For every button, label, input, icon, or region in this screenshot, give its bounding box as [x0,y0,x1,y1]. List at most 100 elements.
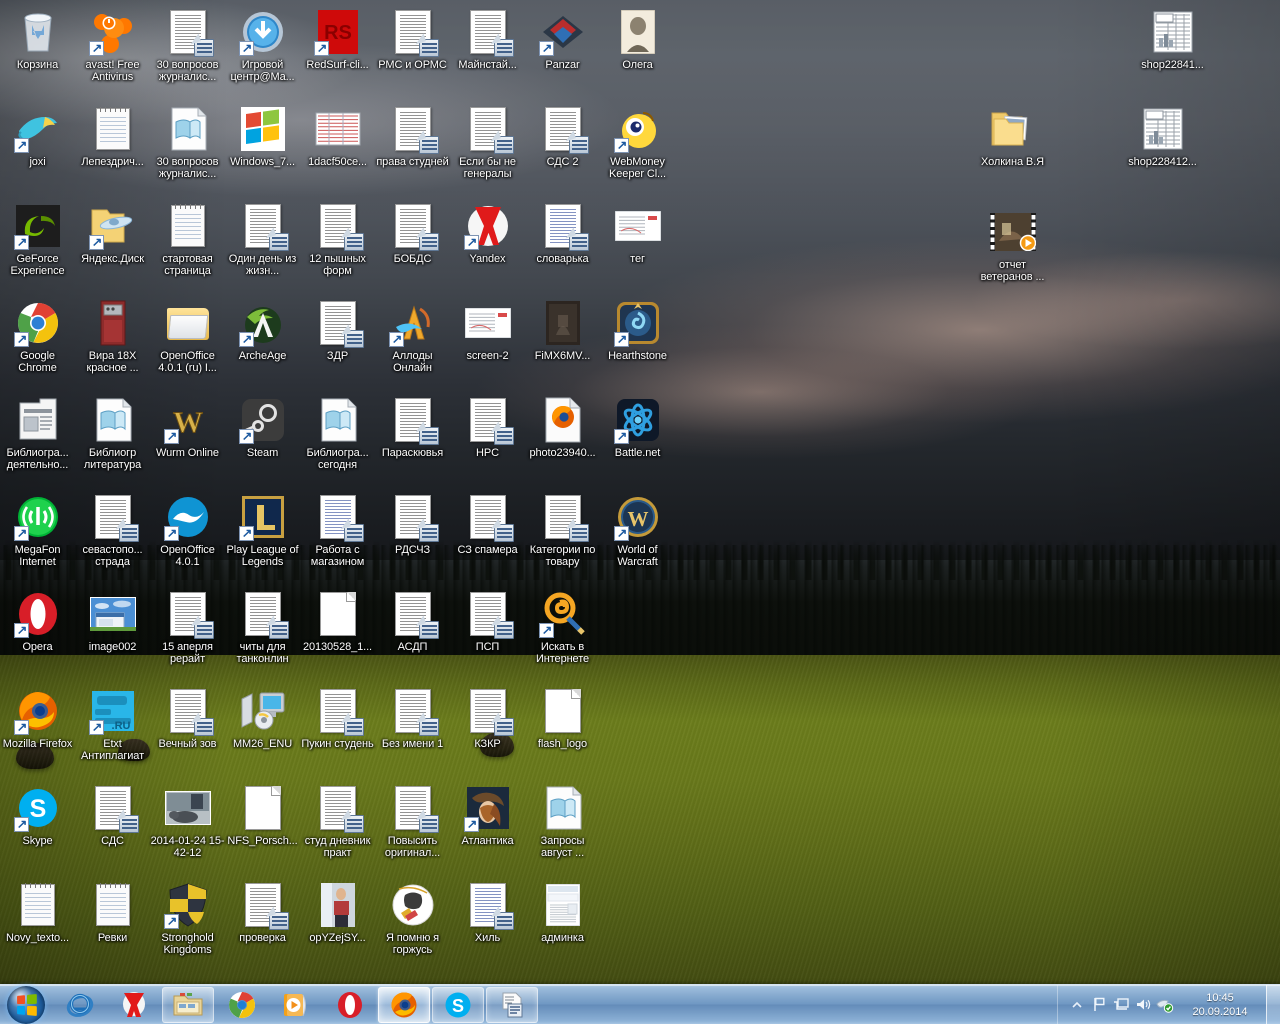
show-hidden-icons-button[interactable] [1066,989,1088,1021]
desktop-icon[interactable]: shop228412... [1125,105,1200,168]
taskbar-mozilla-firefox[interactable] [378,986,430,1023]
desktop-icon[interactable]: screen-2 [450,299,525,362]
desktop-icon[interactable]: права студней [375,105,450,168]
antivirus-status-icon[interactable] [1154,989,1176,1021]
desktop-icon[interactable]: ↗ Opera [0,590,75,653]
desktop-icon[interactable]: Я помню я горжусь [375,881,450,956]
desktop-icon[interactable]: flash_logo [525,687,600,750]
desktop-icon[interactable]: АСДП [375,590,450,653]
desktop-icon[interactable]: 30 вопросов журналис... [150,105,225,180]
desktop-icon[interactable]: админка [525,881,600,944]
desktop-icon[interactable]: Холкина В.Я [975,105,1050,168]
desktop-icon[interactable]: Работа с магазином [300,493,375,568]
desktop-icon[interactable]: Корзина [0,8,75,71]
desktop-icon[interactable]: MM26_ENU [225,687,300,750]
desktop-icon[interactable]: W ↗ World of Warcraft [600,493,675,568]
desktop-icon[interactable]: S ↗ Skype [0,784,75,847]
desktop-icon[interactable]: КЗКР [450,687,525,750]
desktop-icon[interactable]: ↗ joxi [0,105,75,168]
desktop-icon[interactable]: W W ↗ Wurm Online [150,396,225,460]
desktop-icon[interactable]: image002 [75,590,150,653]
taskbar-clock[interactable]: 10:45 20.09.2014 [1178,991,1262,1019]
desktop-icon[interactable]: ↗ Аллоды Онлайн [375,299,450,374]
desktop-icon[interactable]: ↗ OpenOffice 4.0.1 [150,493,225,568]
taskbar[interactable]: S 10:45 20.09.2014 [0,984,1280,1024]
desktop-icon[interactable]: тег [600,202,675,265]
desktop-icon[interactable]: 30 вопросов журналис... [150,8,225,83]
desktop-icon[interactable]: ↗ Battle.net [600,396,675,459]
volume-icon[interactable] [1132,989,1154,1021]
desktop-icon[interactable]: RS ↗ RedSurf-cli... [300,8,375,71]
desktop-icon[interactable]: БОБДС [375,202,450,265]
desktop-icon[interactable]: ↗ Stronghold Kingdoms [150,881,225,956]
desktop-icon[interactable]: ↗ WebMoney Keeper Cl... [600,105,675,180]
desktop-icon[interactable]: .RU ↗ Etxt Антиплагиат [75,687,150,762]
desktop-icon[interactable]: Ревки [75,881,150,944]
desktop-icon[interactable]: Библиогра... деятельно... [0,396,75,471]
desktop-icon[interactable]: ↗ Mozilla Firefox [0,687,75,750]
desktop-icon[interactable]: 20130528_1... [300,590,375,653]
desktop-icon[interactable]: ↗ ArcheAge [225,299,300,362]
desktop-icon[interactable]: FiMX6MV... [525,299,600,362]
desktop-icon[interactable]: Без имени 1 [375,687,450,750]
taskbar-document-editor[interactable] [486,986,538,1023]
taskbar-opera[interactable] [324,987,376,1023]
desktop-icon[interactable]: Один день из жизн... [225,202,300,277]
desktop-icon[interactable]: Novy_texto... [0,881,75,944]
desktop-icon[interactable]: Категории по товару [525,493,600,568]
desktop-icon[interactable]: ↗ GeForce Experience [0,202,75,277]
desktop[interactable]: Корзина ↗ avast! Free Antivirus 30 вопросов… [0,0,1280,1024]
desktop-icon[interactable]: 15 аперля рерайт [150,590,225,665]
start-button[interactable] [0,985,52,1024]
desktop-icon[interactable]: NFS_Porsch... [225,784,300,847]
desktop-icon[interactable]: РМС и ОРМС [375,8,450,71]
taskbar-skype[interactable]: S [432,986,484,1023]
desktop-icon[interactable]: ↗ Yandex [450,202,525,265]
desktop-icon[interactable]: ЗДР [300,299,375,362]
desktop-icon[interactable]: РДСЧЗ [375,493,450,556]
desktop-icon[interactable]: ↗ MegaFon Internet [0,493,75,568]
system-tray[interactable]: 10:45 20.09.2014 [1057,984,1280,1024]
desktop-icon[interactable]: Библиогр литература [75,396,150,471]
desktop-icon[interactable]: Олега [600,8,675,71]
desktop-icon[interactable]: opYZejSY... [300,881,375,944]
desktop-icon[interactable]: ↗ Искать в Интернете [525,590,600,665]
desktop-icon[interactable]: Вира 18Х красное ... [75,299,150,374]
desktop-icon[interactable]: Вечный зов [150,687,225,750]
taskbar-internet-explorer[interactable] [54,987,106,1023]
desktop-icon[interactable]: ↗ Google Chrome [0,299,75,374]
desktop-icon[interactable]: Если бы не генералы [450,105,525,180]
desktop-icon[interactable]: photo23940... [525,396,600,459]
desktop-icon[interactable]: стартовая страница [150,202,225,277]
desktop-icon[interactable]: 1dacf50ce... [300,105,375,168]
desktop-icon[interactable]: 2014-01-24 15-42-12 [150,784,225,859]
desktop-icon[interactable]: читы для танконлин [225,590,300,665]
taskbar-google-chrome[interactable] [216,987,268,1023]
desktop-icon[interactable]: ↗ avast! Free Antivirus [75,8,150,83]
desktop-icon[interactable]: севастопо... страда [75,493,150,568]
taskbar-yandex-browser[interactable] [108,987,160,1023]
desktop-icon[interactable]: ПСП [450,590,525,653]
show-desktop-button[interactable] [1266,984,1280,1024]
desktop-icon[interactable]: проверка [225,881,300,944]
taskbar-media-player[interactable] [270,987,322,1023]
network-icon[interactable] [1110,989,1132,1021]
desktop-icon[interactable]: shop22841... [1135,8,1210,71]
taskbar-windows-explorer[interactable] [162,986,214,1023]
action-center-icon[interactable] [1088,989,1110,1021]
desktop-icon[interactable]: ↗ Play League of Legends [225,493,300,568]
desktop-icon[interactable]: Майнстай... [450,8,525,71]
desktop-icon[interactable]: отчет ветеранов ... [975,208,1050,283]
desktop-icon[interactable]: ↗ Panzar [525,8,600,71]
desktop-icon[interactable]: HPC [450,396,525,459]
desktop-icon[interactable]: словарька [525,202,600,265]
desktop-icon[interactable]: Windows_7... [225,105,300,168]
desktop-icon[interactable]: студ дневник практ [300,784,375,859]
desktop-icon[interactable]: Хиль [450,881,525,944]
desktop-icon[interactable]: СДС 2 [525,105,600,168]
desktop-icon[interactable]: Параскювья [375,396,450,459]
desktop-icon[interactable]: ↗ Атлантика [450,784,525,847]
desktop-icon[interactable]: СДС [75,784,150,847]
desktop-icon[interactable]: ↗ Яндекс.Диск [75,202,150,265]
desktop-icon[interactable]: Библиогра... сегодня [300,396,375,471]
